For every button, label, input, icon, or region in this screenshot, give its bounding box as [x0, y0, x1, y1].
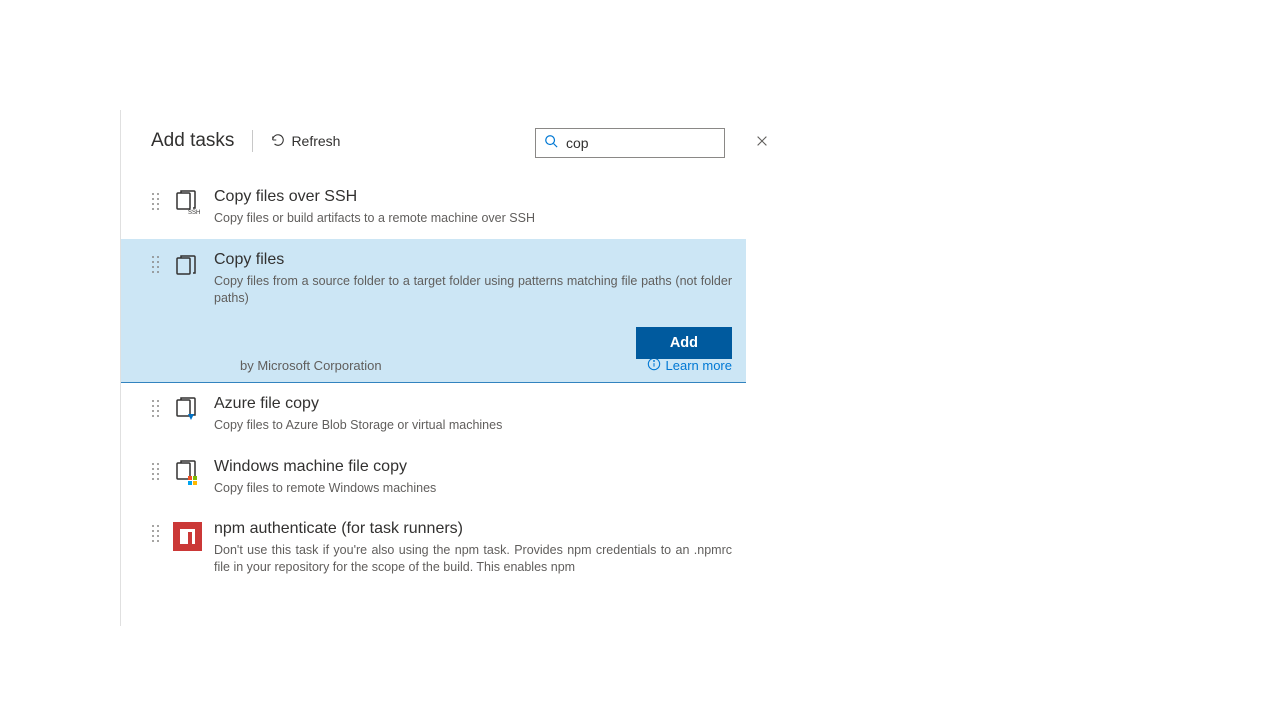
task-title: Azure file copy — [214, 395, 732, 413]
drag-handle-icon[interactable] — [151, 520, 160, 576]
panel-title: Add tasks — [151, 130, 234, 152]
task-title: Copy files — [214, 251, 732, 269]
task-desc: Copy files to remote Windows machines — [214, 480, 732, 497]
search-icon — [544, 134, 558, 153]
learn-more-link[interactable]: Learn more — [647, 357, 732, 374]
npm-icon — [172, 522, 202, 552]
azure-copy-icon — [172, 397, 202, 427]
add-button[interactable]: Add — [636, 327, 732, 359]
search-input[interactable] — [566, 135, 747, 151]
windows-copy-icon — [172, 460, 202, 490]
refresh-icon — [271, 133, 285, 150]
task-row[interactable]: SSH Copy files over SSH Copy files or bu… — [121, 176, 746, 239]
search-box[interactable] — [535, 128, 725, 158]
task-desc: Don't use this task if you're also using… — [214, 542, 732, 576]
clear-search-icon[interactable] — [755, 134, 769, 153]
refresh-label: Refresh — [291, 133, 340, 149]
task-row[interactable]: Windows machine file copy Copy files to … — [121, 446, 746, 509]
task-row-selected[interactable]: Copy files Copy files from a source fold… — [121, 239, 746, 383]
task-title: npm authenticate (for task runners) — [214, 520, 732, 538]
task-title: Copy files over SSH — [214, 188, 732, 206]
task-desc: Copy files to Azure Blob Storage or virt… — [214, 417, 732, 434]
task-row[interactable]: Azure file copy Copy files to Azure Blob… — [121, 383, 746, 446]
task-publisher: by Microsoft Corporation — [240, 358, 382, 373]
info-icon — [647, 357, 661, 374]
copy-icon — [172, 253, 202, 283]
task-row[interactable]: npm authenticate (for task runners) Don'… — [121, 508, 746, 588]
header-divider — [252, 130, 253, 152]
drag-handle-icon[interactable] — [151, 395, 160, 434]
drag-handle-icon[interactable] — [151, 458, 160, 497]
svg-text:SSH: SSH — [188, 210, 200, 216]
task-title: Windows machine file copy — [214, 458, 732, 476]
task-desc: Copy files or build artifacts to a remot… — [214, 210, 732, 227]
drag-handle-icon[interactable] — [151, 188, 160, 227]
copy-ssh-icon: SSH — [172, 190, 202, 220]
task-desc: Copy files from a source folder to a tar… — [214, 273, 732, 307]
task-list-scroll[interactable]: SSH Copy files over SSH Copy files or bu… — [121, 176, 748, 626]
learn-more-label: Learn more — [666, 358, 732, 373]
drag-handle-icon[interactable] — [151, 251, 160, 374]
refresh-button[interactable]: Refresh — [271, 133, 340, 150]
